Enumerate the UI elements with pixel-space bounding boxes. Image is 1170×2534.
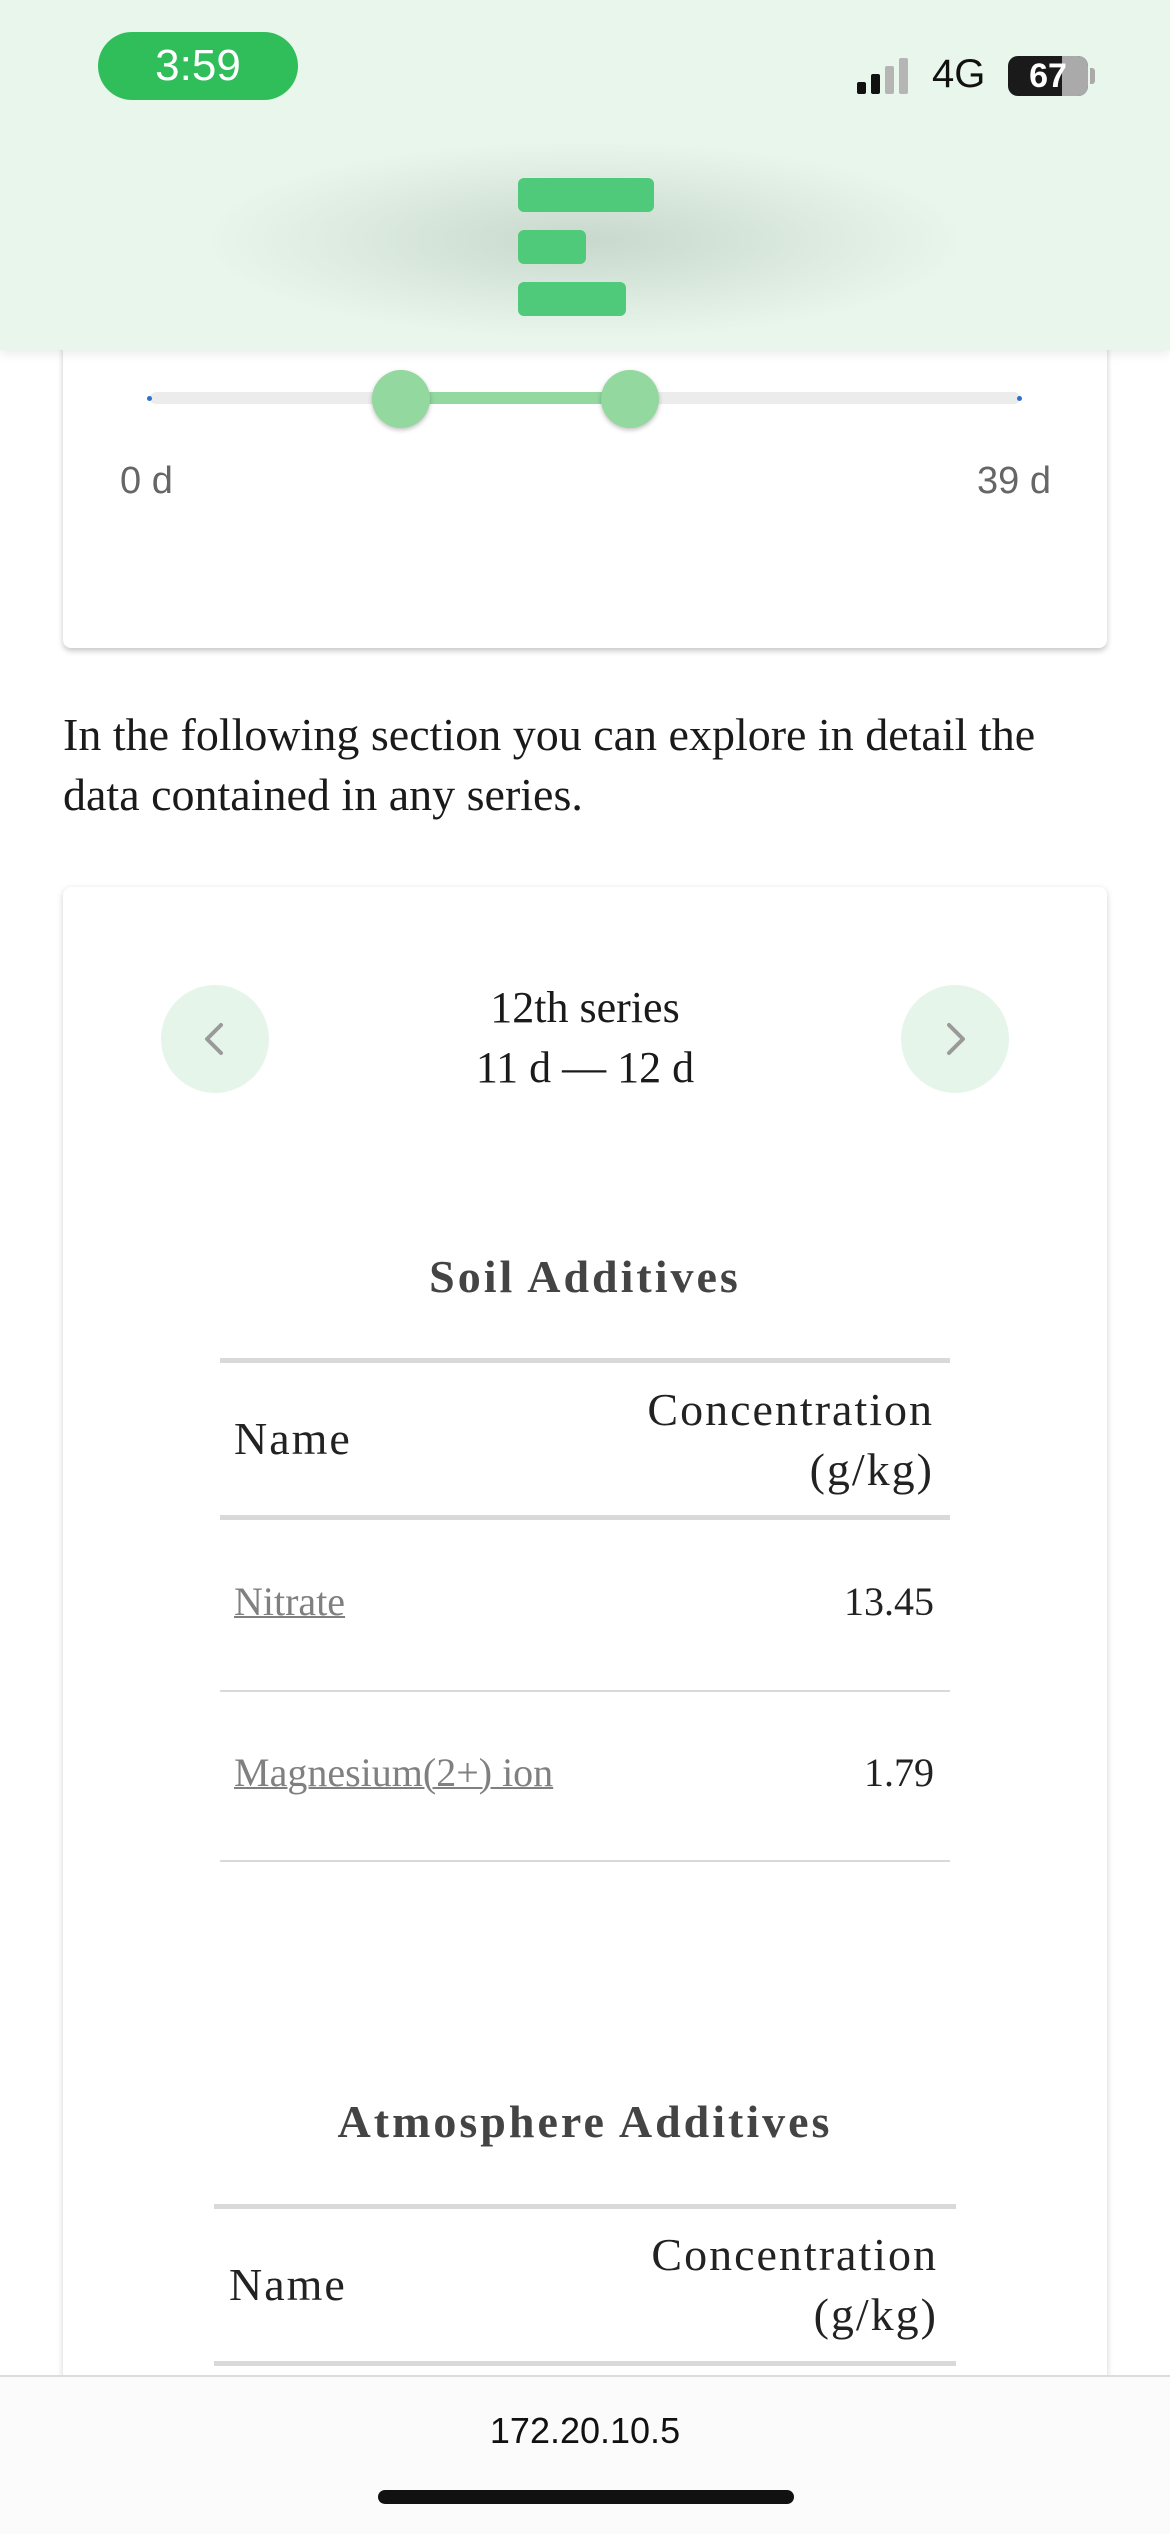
next-series-button[interactable]	[901, 985, 1009, 1093]
battery-icon: 67	[1008, 56, 1088, 96]
atmosphere-table-top-rule	[214, 2204, 956, 2209]
battery-tip	[1090, 68, 1095, 84]
slider-max-label: 39 d	[977, 460, 1051, 502]
atmosphere-additives-heading: Atmosphere Additives	[337, 2096, 833, 2147]
page-content: 0 d 39 d In the following section you ca…	[0, 0, 1170, 2532]
track-start-dot	[147, 396, 152, 401]
soil-table-top-rule	[220, 1358, 950, 1363]
soil-col-name-header: Name	[234, 1413, 352, 1464]
series-title: 12th series	[490, 983, 680, 1032]
series-detail-card	[63, 887, 1107, 2387]
atmosphere-col-name-header: Name	[229, 2259, 347, 2310]
intro-paragraph: In the following section you can explore…	[63, 709, 1036, 820]
atmosphere-table-header-rule	[214, 2361, 956, 2366]
soil-table-header-rule	[220, 1515, 950, 1520]
previous-series-button[interactable]	[161, 985, 269, 1093]
soil-row-2-value: 1.79	[864, 1750, 934, 1795]
app-logo-icon[interactable]	[518, 178, 658, 318]
soil-row-2-name-link[interactable]: Magnesium(2+) ion	[234, 1749, 553, 1796]
network-type: 4G	[932, 52, 986, 96]
atmosphere-col-concentration-header: Concentration (g/kg)	[651, 2229, 938, 2340]
series-header: 12th series 11 d — 12 d	[385, 978, 785, 1098]
browser-address-bar[interactable]	[0, 2375, 1170, 2534]
soil-row-1-name-link[interactable]: Nitrate	[234, 1578, 345, 1625]
soil-table-bottom-rule	[220, 1860, 950, 1862]
chevron-left-icon	[205, 1023, 223, 1055]
cellular-signal-icon	[857, 58, 908, 94]
range-slider-thumb-end[interactable]	[601, 370, 659, 428]
track-end-dot	[1017, 396, 1022, 401]
home-indicator[interactable]	[378, 2490, 794, 2504]
range-slider-thumb-start[interactable]	[372, 370, 430, 428]
soil-col-concentration-header: Concentration (g/kg)	[647, 1384, 934, 1495]
app-header: 3:59 4G 67	[0, 0, 1170, 350]
soil-row-1-value: 13.45	[844, 1579, 934, 1624]
range-slider-selected	[402, 392, 630, 404]
browser-url[interactable]: 172.20.10.5	[0, 2410, 1170, 2452]
slider-min-label: 0 d	[120, 460, 173, 502]
chevron-right-icon	[947, 1023, 965, 1055]
status-time: 3:59	[98, 32, 298, 100]
soil-row-divider	[220, 1690, 950, 1692]
series-range: 11 d — 12 d	[475, 1043, 695, 1092]
soil-additives-heading: Soil Additives	[429, 1251, 741, 1302]
battery-level: 67	[1029, 57, 1067, 95]
